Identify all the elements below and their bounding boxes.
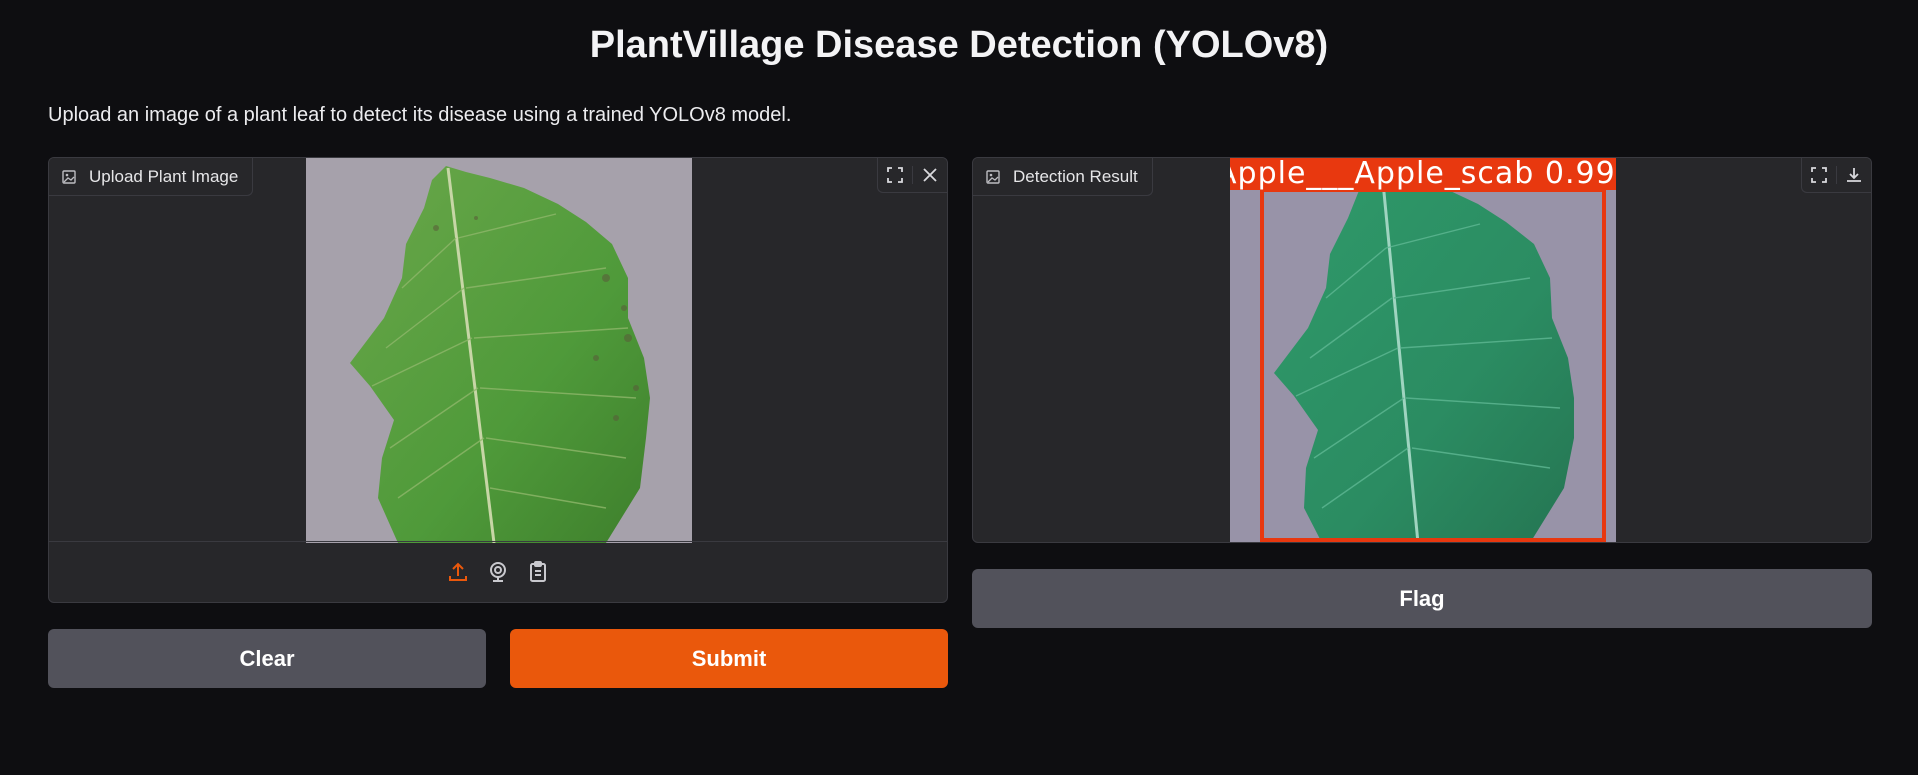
image-source-bar	[49, 541, 947, 602]
detection-result-panel: Detection Result Apple___Apple_scab 0.99	[972, 157, 1872, 543]
download-icon[interactable]	[1837, 158, 1871, 192]
detection-result-image: Apple___Apple_scab 0.99	[1230, 158, 1616, 542]
upload-panel-tools	[877, 158, 947, 193]
result-panel-label: Detection Result	[973, 158, 1153, 196]
clear-button[interactable]: Clear	[48, 629, 486, 688]
detection-label: Apple___Apple_scab 0.99	[1230, 158, 1616, 190]
image-icon	[986, 169, 1000, 184]
flag-button[interactable]: Flag	[972, 569, 1872, 628]
result-panel-tools	[1801, 158, 1871, 193]
upload-panel-label: Upload Plant Image	[49, 158, 254, 196]
page-title: PlantVillage Disease Detection (YOLOv8)	[589, 24, 1329, 66]
image-icon	[62, 169, 76, 184]
fullscreen-icon[interactable]	[1802, 158, 1836, 192]
close-icon[interactable]	[913, 158, 947, 192]
upload-icon[interactable]	[444, 558, 472, 586]
page-description: Upload an image of a plant leaf to detec…	[48, 104, 792, 126]
webcam-icon[interactable]	[484, 558, 512, 586]
upload-image-panel[interactable]: Upload Plant Image	[48, 157, 948, 603]
clipboard-icon[interactable]	[524, 558, 552, 586]
fullscreen-icon[interactable]	[878, 158, 912, 192]
uploaded-leaf-image	[306, 158, 692, 543]
result-panel-label-text: Detection Result	[1013, 166, 1138, 186]
detection-bounding-box	[1260, 188, 1606, 542]
submit-button[interactable]: Submit	[510, 629, 948, 688]
upload-panel-label-text: Upload Plant Image	[89, 166, 239, 186]
